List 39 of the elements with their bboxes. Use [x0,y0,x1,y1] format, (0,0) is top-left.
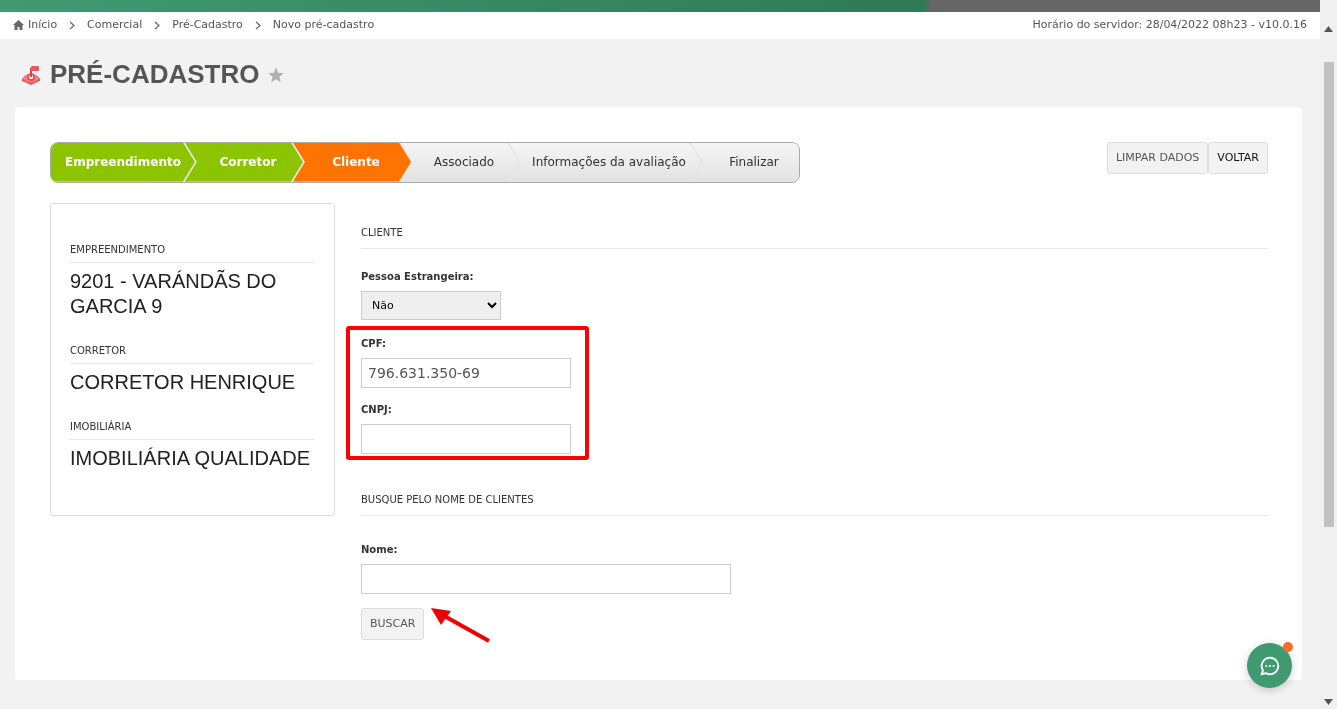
chevron-icon [254,20,261,30]
breadcrumb-link[interactable]: Comercial [87,17,143,34]
field-label: Pessoa Estrangeira: [361,269,475,284]
breadcrumb-link[interactable]: Pré-Cadastro [172,17,243,34]
arrow-annotation [429,606,493,645]
chat-icon [1258,654,1281,677]
summary-label: IMOBILIÁRIA [70,418,314,440]
field-label: CNPJ: [361,402,393,417]
action-button[interactable]: VOLTAR [1208,141,1268,174]
foreign-person-select[interactable]: Não [361,290,501,320]
section-title: CLIENTE [361,224,1268,249]
summary-label: EMPREENDIMENTO [70,241,314,263]
server-info: Horário do servidor: 28/04/2022 08h23 - v10.0.16 [1032,17,1307,34]
field-label: CPF: [361,336,387,351]
home-icon [13,20,24,31]
summary-value: 9201 - VARÁNDÃS DO GARCIA 9 [70,268,278,319]
breadcrumb-link[interactable]: Início [28,17,58,34]
scroll-down-icon[interactable] [1324,699,1333,705]
field-label: Nome: [361,542,399,557]
wizard-step[interactable]: Finalizar [690,142,799,182]
chevron-icon [154,20,161,30]
chat-button[interactable] [1247,643,1292,688]
scroll-up-icon[interactable] [1324,26,1333,32]
name-field[interactable] [361,563,731,594]
scroll-thumb[interactable] [1323,62,1334,527]
chevron-icon [69,20,76,30]
page-title: PRÉ-CADASTRO [50,59,260,91]
breadcrumb-link[interactable]: Novo pré-cadastro [272,17,375,34]
wizard-step[interactable]: Associado [401,142,520,182]
summary-value: CORRETOR HENRIQUE [70,369,297,395]
summary-value: IMOBILIÁRIA QUALIDADE [70,445,312,471]
text-field[interactable]: 796.631.350-69 [361,357,571,388]
wizard-step[interactable]: Informações da avaliação [509,142,701,182]
text-field[interactable] [361,423,571,454]
summary-label: CORRETOR [70,342,314,364]
joystick-icon [20,63,42,86]
section-title: BUSQUE PELO NOME DE CLIENTES [361,491,1268,516]
action-button[interactable]: LIMPAR DADOS [1107,141,1209,174]
search-button[interactable]: BUSCAR [361,607,425,640]
